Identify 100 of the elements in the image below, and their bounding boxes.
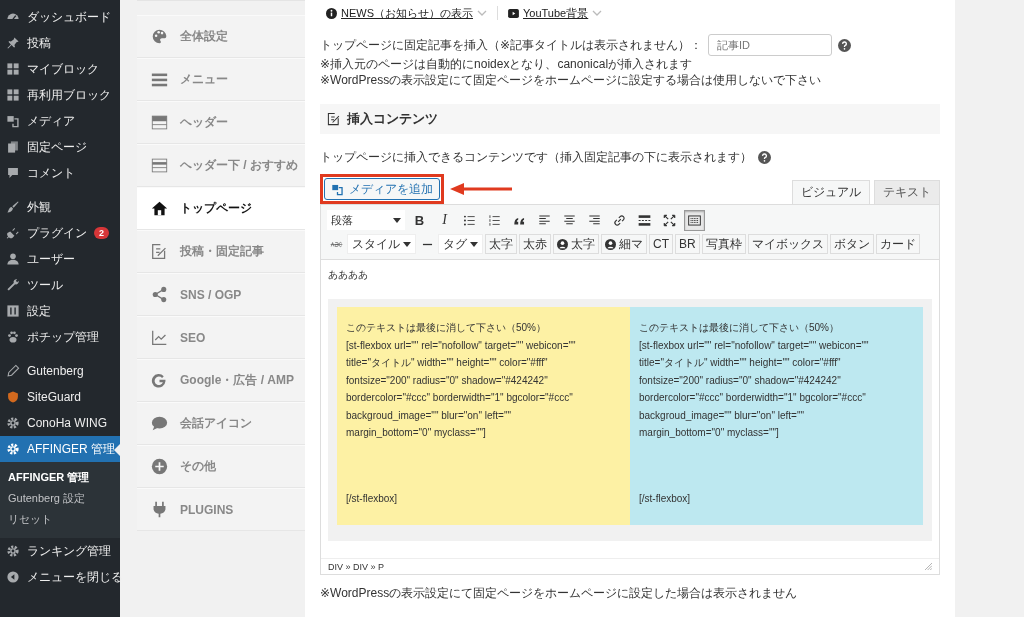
editor-mode-tab[interactable]: テキスト (874, 180, 940, 204)
caret-icon (403, 241, 411, 247)
menu-label: SiteGuard (27, 390, 82, 404)
menu-label: メディア (27, 112, 75, 130)
admin-menu-item[interactable]: AFFINGER 管理 (0, 436, 120, 462)
tab-label: 全体設定 (180, 28, 228, 45)
help-icon[interactable] (758, 151, 771, 164)
section-link[interactable]: YouTube背景 (523, 5, 589, 21)
toolbar-button[interactable]: 写真枠 (701, 234, 746, 254)
admin-menu-item[interactable]: メディア (0, 108, 120, 134)
grid-icon (6, 88, 20, 102)
admin-menu-item[interactable]: ランキング管理 (0, 538, 120, 564)
shortcode-line: fontsize="200" radius="0" shadow="#424242" (346, 373, 549, 388)
chevron-down-icon (592, 10, 603, 16)
submenu-item[interactable]: Gutenberg 設定 (0, 488, 120, 509)
admin-menu-item[interactable]: ConoHa WING (0, 410, 120, 436)
note-text: ※WordPressの表示設定にて固定ページをホームページに設定する場合は使用しないで下さい (320, 72, 823, 88)
add-media-button[interactable]: メディアを追加 (324, 178, 440, 200)
chevron-down-icon (477, 10, 487, 16)
align-left-icon (538, 213, 551, 227)
tab-label: 投稿・固定記事 (180, 243, 264, 260)
info-icon (326, 7, 337, 19)
editor-mode-tab[interactable]: ビジュアル (792, 180, 870, 204)
dropdown-button[interactable]: タグ (438, 234, 483, 254)
shortcode-line: [st-flexbox url="" rel="nofollow" target="" webicon="" (346, 338, 577, 353)
brush-icon (6, 200, 20, 214)
admin-menu-item[interactable]: コメント (0, 160, 120, 186)
toolbar-button[interactable]: マイボックス (747, 234, 828, 254)
header-layout-icon (151, 114, 168, 131)
menu-label: プラグイン (27, 224, 87, 242)
admin-menu-item[interactable]: SiteGuard (0, 384, 120, 410)
section-link[interactable]: NEWS（お知らせ）の表示 (341, 5, 473, 21)
admin-menu-item[interactable]: 再利用ブロック (0, 82, 120, 108)
paragraph-text: ああああ (328, 268, 369, 282)
settings-tab[interactable]: トップページ (137, 187, 305, 230)
dropdown-button[interactable]: スタイル (347, 234, 416, 254)
grid-icon (6, 62, 20, 76)
toolbar-button[interactable]: 太字 (553, 234, 599, 254)
palette-icon (151, 28, 168, 45)
admin-menu-item[interactable]: 設定 (0, 298, 120, 324)
sliders-icon (6, 304, 20, 318)
toolbar-button[interactable]: 太赤 (519, 234, 551, 254)
toolbar-button[interactable]: カード (875, 234, 920, 254)
shortcode-line: [st-flexbox url="" rel="nofollow" target="" webicon="" (639, 338, 870, 353)
media-icon (6, 114, 20, 128)
pencil-icon (6, 364, 20, 378)
caret-icon (470, 241, 478, 247)
speech-bubble-icon (151, 415, 168, 432)
plug-icon (151, 501, 168, 518)
toolbar-button[interactable]: 太字 (485, 234, 517, 254)
video-icon (508, 8, 519, 18)
italic-button[interactable]: I (434, 209, 455, 231)
admin-menu-item[interactable]: 投稿 (0, 30, 120, 56)
menu-label: ポチップ管理 (27, 328, 99, 346)
format-select[interactable]: 段落 (327, 210, 405, 230)
menu-label: マイブロック (27, 60, 99, 78)
admin-menu-item[interactable]: ポチップ管理 (0, 324, 120, 350)
tab-label: PLUGINS (180, 502, 234, 517)
keyboard-button[interactable] (684, 209, 705, 231)
resize-handle-icon[interactable] (925, 563, 932, 570)
gear-icon (6, 442, 20, 456)
read-more-icon (638, 213, 651, 227)
update-count-badge: 2 (94, 227, 109, 239)
article-id-field[interactable]: 記事ID (708, 34, 833, 56)
field-label: トップページに固定記事を挿入（※記事タイトルは表示されません）： (320, 36, 703, 54)
submenu-item[interactable]: リセット (0, 509, 120, 530)
bold-button[interactable]: B (409, 209, 430, 231)
admin-menu-item[interactable]: ユーザー (0, 246, 120, 272)
tab-label: SEO (180, 330, 206, 345)
shortcode-line: bordercolor="#ccc" borderwidth="1" bgcolor="#ccc" (346, 391, 574, 405)
admin-menu-item[interactable]: ダッシュボード (0, 4, 120, 30)
admin-menu-item[interactable]: マイブロック (0, 56, 120, 82)
plug-icon (6, 226, 20, 240)
toolbar-button[interactable]: BR (675, 234, 700, 254)
numbered-list-icon (488, 213, 501, 227)
shortcode-line: margin_bottom="0" myclass=""] (639, 426, 780, 440)
toolbar-button[interactable]: 細マ (601, 234, 647, 254)
menu-label: ダッシュボード (27, 8, 111, 26)
fullscreen-icon (663, 213, 676, 227)
toolbar-button[interactable]: ボタン (829, 234, 874, 254)
tab-label: 会話アイコン (180, 415, 252, 432)
admin-menu-item[interactable]: 固定ページ (0, 134, 120, 160)
toolbar-button[interactable]: CT (649, 234, 673, 254)
help-icon[interactable] (838, 38, 852, 52)
link-icon (613, 213, 626, 227)
admin-menu-item[interactable]: プラグイン 2 (0, 220, 120, 246)
tab-label: メニュー (180, 71, 228, 88)
submenu-item[interactable]: AFFINGER 管理 (0, 467, 120, 488)
align-center-icon (563, 213, 576, 227)
google-icon (151, 372, 168, 389)
admin-menu-item[interactable]: 外観 (0, 194, 120, 220)
pages-icon (6, 140, 20, 154)
description-text: トップページに挿入できるコンテンツです（挿入固定記事の下に表示されます） (320, 149, 752, 166)
admin-menu-item[interactable]: ツール (0, 272, 120, 298)
shortcode-line: backgroud_image="" blur="on" left="" (346, 408, 512, 423)
admin-menu-item[interactable]: Gutenberg (0, 358, 120, 384)
menu-label: ConoHa WING (27, 416, 108, 430)
keyboard-icon (688, 213, 701, 227)
plus-circle-icon (151, 458, 168, 475)
shortcode-line: title="タイトル" width="" height="" color="#fff" (639, 356, 842, 370)
